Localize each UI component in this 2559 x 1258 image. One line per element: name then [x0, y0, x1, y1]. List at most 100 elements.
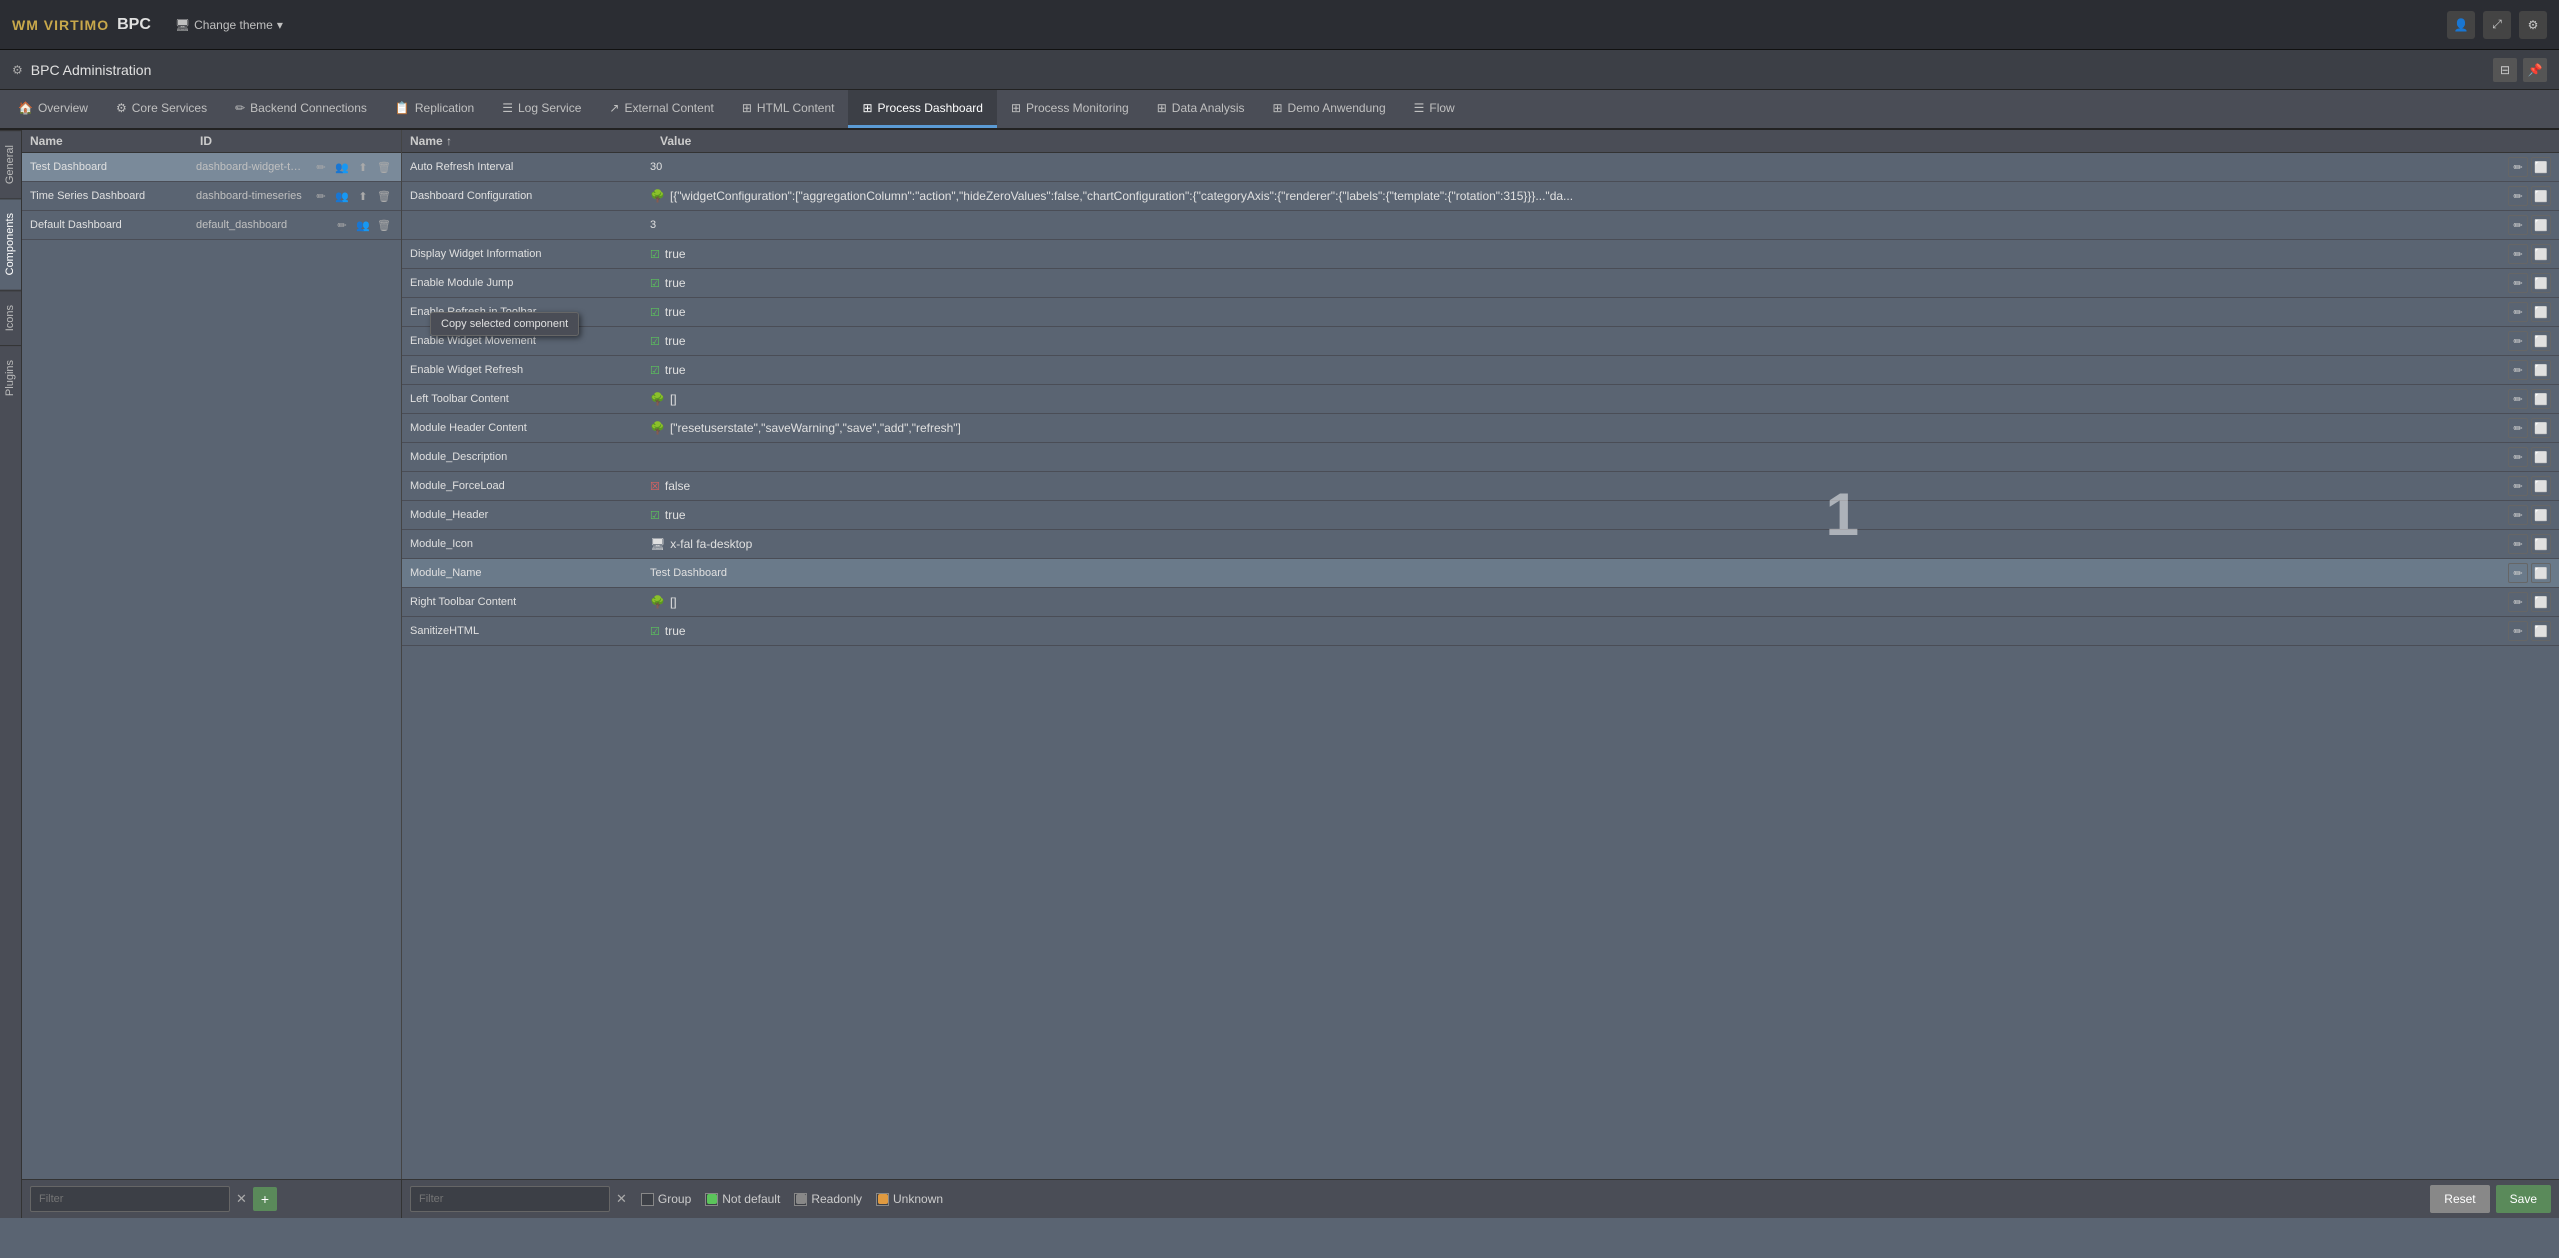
row-copy-btn[interactable]: ⬜	[2531, 592, 2551, 612]
row-copy-btn[interactable]: ⬜	[2531, 621, 2551, 641]
export-btn[interactable]: ⬆	[354, 158, 372, 176]
left-filter-input[interactable]	[30, 1186, 230, 1212]
tab-log-service[interactable]: ☰ Log Service	[488, 90, 595, 128]
tab-flow[interactable]: ☰ Flow	[1400, 90, 1469, 128]
export-btn[interactable]: ⬆	[354, 187, 372, 205]
right-filter-clear-btn[interactable]: ✕	[616, 1191, 627, 1207]
config-row[interactable]: Enable Refresh in Toolbar ☑ true ✏ ⬜	[402, 298, 2559, 327]
config-row[interactable]: Dashboard Configuration 🌳 [{"widgetConfi…	[402, 182, 2559, 211]
row-edit-btn[interactable]: ✏	[2508, 302, 2528, 322]
row-edit-btn[interactable]: ✏	[2508, 215, 2528, 235]
row-edit-btn[interactable]: ✏	[2508, 244, 2528, 264]
row-edit-btn[interactable]: ✏	[2508, 360, 2528, 380]
side-tab-components[interactable]: Components	[0, 198, 21, 289]
delete-btn[interactable]: 🗑	[375, 216, 393, 234]
copy-btn[interactable]: 👥	[354, 216, 372, 234]
list-item[interactable]: Test Dashboard dashboard-widget-test-d..…	[22, 153, 401, 182]
config-row[interactable]: Module_ForceLoad ☒ false ✏ ⬜	[402, 472, 2559, 501]
edit-btn[interactable]: ✏	[312, 158, 330, 176]
left-filter-add-btn[interactable]: +	[253, 1187, 277, 1211]
row-edit-btn[interactable]: ✏	[2508, 534, 2528, 554]
tab-html-content[interactable]: ⊞ HTML Content	[728, 90, 849, 128]
change-theme-button[interactable]: 🖥 Change theme ▾	[167, 14, 291, 36]
row-edit-btn[interactable]: ✏	[2508, 476, 2528, 496]
row-copy-btn[interactable]: ⬜	[2531, 186, 2551, 206]
row-copy-btn[interactable]: ⬜	[2531, 331, 2551, 351]
config-row[interactable]: Auto Refresh Interval 30 ✏ ⬜	[402, 153, 2559, 182]
row-edit-btn[interactable]: ✏	[2508, 331, 2528, 351]
edit-btn[interactable]: ✏	[333, 216, 351, 234]
row-copy-btn[interactable]: ⬜	[2531, 157, 2551, 177]
id-column-header: ID	[200, 134, 393, 148]
side-tab-icons[interactable]: Icons	[0, 290, 21, 345]
row-copy-btn[interactable]: ⬜	[2531, 273, 2551, 293]
config-row[interactable]: Enable Module Jump ☑ true ✏ ⬜	[402, 269, 2559, 298]
config-name: Left Toolbar Content	[410, 393, 650, 405]
delete-btn[interactable]: 🗑	[375, 158, 393, 176]
right-filter-input[interactable]	[410, 1186, 610, 1212]
row-copy-btn[interactable]: ⬜	[2531, 389, 2551, 409]
tab-backend-connections[interactable]: ✏ Backend Connections	[221, 90, 381, 128]
tab-core-services[interactable]: ⚙ Core Services	[102, 90, 221, 128]
row-copy-btn[interactable]: ⬜	[2531, 476, 2551, 496]
row-edit-btn[interactable]: ✏	[2508, 389, 2528, 409]
config-row[interactable]: Module_Header ☑ true ✏ ⬜	[402, 501, 2559, 530]
row-copy-btn[interactable]: ⬜	[2531, 447, 2551, 467]
row-edit-btn[interactable]: ✏	[2508, 186, 2528, 206]
row-edit-btn[interactable]: ✏	[2508, 418, 2528, 438]
row-edit-btn[interactable]: ✏	[2508, 157, 2528, 177]
list-item[interactable]: Time Series Dashboard dashboard-timeseri…	[22, 182, 401, 211]
copy-btn[interactable]: 👥	[333, 158, 351, 176]
copy-btn[interactable]: 👥	[333, 187, 351, 205]
row-edit-btn[interactable]: ✏	[2508, 505, 2528, 525]
row-copy-btn[interactable]: ⬜	[2531, 418, 2551, 438]
collapse-btn[interactable]: ⊟	[2493, 58, 2517, 82]
config-row[interactable]: Module_Name Test Dashboard ✏ ⬜	[402, 559, 2559, 588]
side-tab-plugins[interactable]: Plugins	[0, 345, 21, 410]
tab-process-dashboard[interactable]: ⊞ Process Dashboard	[848, 90, 996, 128]
edit-btn[interactable]: ✏	[312, 187, 330, 205]
row-edit-btn[interactable]: ✏	[2508, 447, 2528, 467]
config-row[interactable]: SanitizeHTML ☑ true ✏ ⬜	[402, 617, 2559, 646]
row-copy-btn[interactable]: ⬜	[2531, 563, 2551, 583]
row-edit-btn[interactable]: ✏	[2508, 621, 2528, 641]
row-edit-btn[interactable]: ✏	[2508, 592, 2528, 612]
tab-data-analysis[interactable]: ⊞ Data Analysis	[1143, 90, 1259, 128]
tab-replication[interactable]: 📋 Replication	[381, 90, 488, 128]
row-copy-btn[interactable]: ⬜	[2531, 215, 2551, 235]
tab-demo-anwendung[interactable]: ⊞ Demo Anwendung	[1258, 90, 1399, 128]
config-row[interactable]: Right Toolbar Content 🌳 [] ✏ ⬜	[402, 588, 2559, 617]
config-row[interactable]: Left Toolbar Content 🌳 [] ✏ ⬜	[402, 385, 2559, 414]
row-copy-btn[interactable]: ⬜	[2531, 244, 2551, 264]
user-icon-btn[interactable]: 👤	[2447, 11, 2475, 39]
config-row[interactable]: Enable Widget Refresh ☑ true ✏ ⬜	[402, 356, 2559, 385]
row-copy-btn[interactable]: ⬜	[2531, 302, 2551, 322]
config-row[interactable]: Module Header Content 🌳 ["resetuserstate…	[402, 414, 2559, 443]
config-row[interactable]: Module_Description ✏ ⬜	[402, 443, 2559, 472]
unknown-checkbox[interactable]	[876, 1193, 889, 1206]
delete-btn[interactable]: 🗑	[375, 187, 393, 205]
config-row[interactable]: Display Widget Information ☑ true ✏ ⬜	[402, 240, 2559, 269]
readonly-checkbox[interactable]	[794, 1193, 807, 1206]
row-edit-btn[interactable]: ✏	[2508, 563, 2528, 583]
group-checkbox[interactable]	[641, 1193, 654, 1206]
config-row[interactable]: Enable Widget Movement ☑ true ✏ ⬜	[402, 327, 2559, 356]
save-button[interactable]: Save	[2496, 1185, 2551, 1213]
row-copy-btn[interactable]: ⬜	[2531, 360, 2551, 380]
reset-button[interactable]: Reset	[2430, 1185, 2489, 1213]
tab-overview[interactable]: 🏠 Overview	[4, 90, 102, 128]
pin-btn[interactable]: 📌	[2523, 58, 2547, 82]
config-row[interactable]: 3 ✏ ⬜	[402, 211, 2559, 240]
row-edit-btn[interactable]: ✏	[2508, 273, 2528, 293]
list-item[interactable]: Default Dashboard default_dashboard ✏ 👥 …	[22, 211, 401, 240]
tab-external-content[interactable]: ↗ External Content	[595, 90, 727, 128]
settings-icon-btn[interactable]: ⚙	[2519, 11, 2547, 39]
tab-process-monitoring[interactable]: ⊞ Process Monitoring	[997, 90, 1143, 128]
config-row[interactable]: Module_Icon 🖥 x-fal fa-desktop ✏ ⬜	[402, 530, 2559, 559]
row-copy-btn[interactable]: ⬜	[2531, 505, 2551, 525]
not-default-checkbox[interactable]	[705, 1193, 718, 1206]
row-copy-btn[interactable]: ⬜	[2531, 534, 2551, 554]
expand-icon-btn[interactable]: ⤢	[2483, 11, 2511, 39]
side-tab-general[interactable]: General	[0, 130, 21, 198]
left-filter-clear-btn[interactable]: ✕	[236, 1191, 247, 1207]
